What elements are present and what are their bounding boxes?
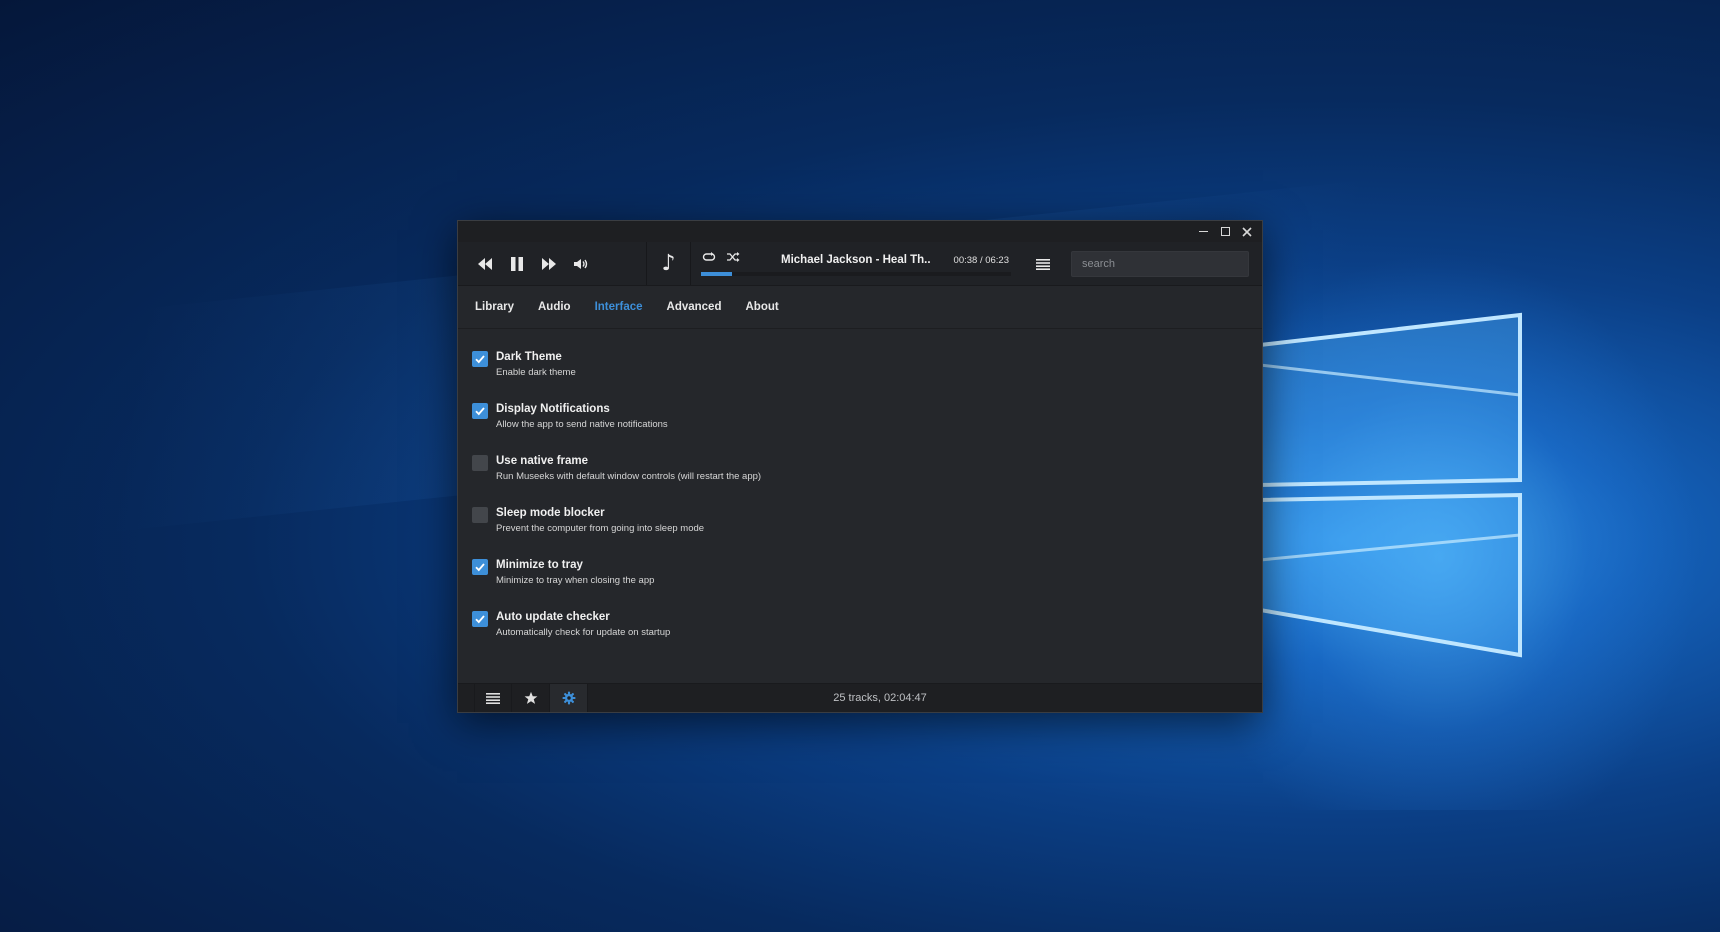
maximize-icon [1220,227,1230,236]
setting-auto-update: Auto update checker Automatically check … [472,610,1262,662]
tab-about[interactable]: About [745,301,778,313]
progress-fill [701,272,732,276]
repeat-icon [702,252,716,261]
music-note-icon: ♪ [661,251,676,276]
museeks-window: ♪ Michael Jackson - Heal Th... 00:38 / 0… [457,220,1263,713]
minimize-button[interactable] [1192,222,1214,242]
shuffle-button[interactable] [725,251,741,263]
auto-update-checkbox[interactable] [472,611,488,627]
progress-bar[interactable] [701,272,1011,276]
minimize-tray-checkbox[interactable] [472,559,488,575]
checkmark-icon [475,355,485,364]
setting-minimize-tray: Minimize to tray Minimize to tray when c… [472,558,1262,610]
shuffle-icon [727,252,740,262]
tab-audio[interactable]: Audio [538,301,571,313]
display-notifications-checkbox[interactable] [472,403,488,419]
pause-button[interactable] [506,253,528,275]
setting-description: Enable dark theme [496,367,576,378]
minimize-icon [1198,230,1208,233]
tab-library[interactable]: Library [475,301,514,313]
playlists-button[interactable] [512,684,550,712]
setting-description: Allow the app to send native notificatio… [496,419,668,430]
interface-settings: Dark Theme Enable dark theme Display Not… [458,329,1262,662]
queue-icon [1036,258,1050,270]
tab-advanced[interactable]: Advanced [667,301,722,313]
volume-button[interactable] [570,253,592,275]
volume-icon [574,258,588,269]
track-time: 00:38 / 06:23 [953,255,1009,266]
setting-display-notifications: Display Notifications Allow the app to s… [472,402,1262,454]
previous-icon [478,257,492,270]
setting-title: Sleep mode blocker [496,507,605,519]
pause-icon [511,256,523,271]
library-status: 25 tracks, 02:04:47 [833,692,927,704]
setting-title: Auto update checker [496,611,610,623]
track-title: Michael Jackson - Heal Th... [781,254,931,266]
playback-mode-icons [701,251,741,263]
library-view-button[interactable] [474,684,512,712]
repeat-button[interactable] [701,251,717,263]
footer-bar: 25 tracks, 02:04:47 [458,683,1262,712]
setting-description: Automatically check for update on startu… [496,627,671,638]
playback-controls [458,242,647,285]
setting-title: Minimize to tray [496,559,583,571]
title-bar [458,221,1262,242]
now-playing: Michael Jackson - Heal Th... 00:38 / 06:… [691,242,1021,285]
queue-button[interactable] [1021,242,1065,285]
setting-dark-theme: Dark Theme Enable dark theme [472,350,1262,402]
cover-placeholder: ♪ [647,242,691,285]
close-button[interactable] [1236,222,1258,242]
setting-description: Run Museeks with default window controls… [496,471,762,482]
tab-interface[interactable]: Interface [595,301,643,313]
checkmark-icon [475,407,485,416]
setting-description: Minimize to tray when closing the app [496,575,655,586]
list-icon [486,693,500,704]
setting-title: Use native frame [496,455,589,467]
player-header: ♪ Michael Jackson - Heal Th... 00:38 / 0… [458,242,1262,286]
setting-description: Prevent the computer from going into sle… [496,523,705,534]
settings-tabs: Library Audio Interface Advanced About [458,286,1262,329]
previous-button[interactable] [474,253,496,275]
star-icon [524,691,537,704]
close-icon [1242,226,1252,237]
checkmark-icon [475,615,485,624]
settings-button[interactable] [550,684,588,712]
next-button[interactable] [538,253,560,275]
setting-title: Display Notifications [496,403,610,415]
maximize-button[interactable] [1214,222,1236,242]
native-frame-checkbox[interactable] [472,455,488,471]
sleep-blocker-checkbox[interactable] [472,507,488,523]
next-icon [542,257,556,270]
dark-theme-checkbox[interactable] [472,351,488,367]
windows-logo [1258,312,1522,658]
setting-title: Dark Theme [496,351,562,363]
search-input[interactable] [1071,250,1249,277]
setting-native-frame: Use native frame Run Museeks with defaul… [472,454,1262,506]
setting-sleep-blocker: Sleep mode blocker Prevent the computer … [472,506,1262,558]
checkmark-icon [475,563,485,572]
gear-icon [562,691,575,705]
